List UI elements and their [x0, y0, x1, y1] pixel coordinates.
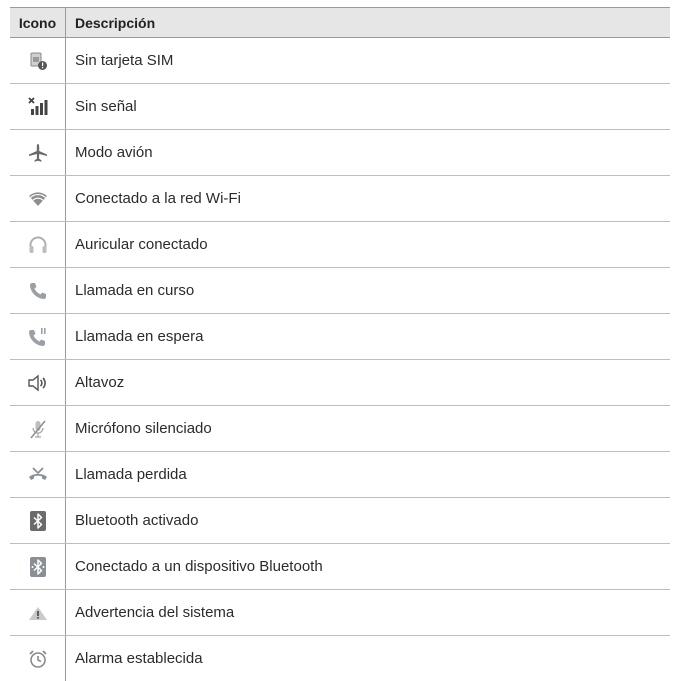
- mic-muted-icon: [10, 406, 66, 451]
- status-icons-table: Icono Descripción Sin tarjeta SIM Sin se…: [10, 7, 670, 681]
- row-label: Bluetooth activado: [75, 512, 199, 529]
- headset-icon: [10, 222, 66, 267]
- table-row: Llamada en curso: [10, 268, 670, 314]
- table-row: Conectado a un dispositivo Bluetooth: [10, 544, 670, 590]
- wifi-icon: [10, 176, 66, 221]
- header-description-column: Descripción: [75, 14, 156, 31]
- row-label: Alarma establecida: [75, 650, 203, 667]
- row-label: Conectado a un dispositivo Bluetooth: [75, 558, 323, 575]
- row-label: Llamada en espera: [75, 328, 204, 345]
- bluetooth-connected-icon: [10, 544, 66, 589]
- table-row: Bluetooth activado: [10, 498, 670, 544]
- no-sim-icon: [10, 38, 66, 83]
- missed-call-icon: [10, 452, 66, 497]
- no-signal-icon: [10, 84, 66, 129]
- table-row: Llamada perdida: [10, 452, 670, 498]
- header-icon-column: Icono: [10, 8, 66, 37]
- row-label: Sin señal: [75, 98, 137, 115]
- table-header: Icono Descripción: [10, 7, 670, 38]
- row-label: Llamada perdida: [75, 466, 187, 483]
- table-row: Advertencia del sistema: [10, 590, 670, 636]
- row-label: Micrófono silenciado: [75, 420, 212, 437]
- row-label: Auricular conectado: [75, 236, 208, 253]
- alarm-icon: [10, 636, 66, 681]
- table-row: Conectado a la red Wi-Fi: [10, 176, 670, 222]
- table-row: Llamada en espera: [10, 314, 670, 360]
- bluetooth-icon: [10, 498, 66, 543]
- row-label: Sin tarjeta SIM: [75, 52, 174, 69]
- table-row: Sin tarjeta SIM: [10, 38, 670, 84]
- row-label: Llamada en curso: [75, 282, 195, 299]
- speaker-icon: [10, 360, 66, 405]
- table-row: Micrófono silenciado: [10, 406, 670, 452]
- table-row: Modo avión: [10, 130, 670, 176]
- row-label: Modo avión: [75, 144, 153, 161]
- call-hold-icon: [10, 314, 66, 359]
- row-label: Altavoz: [75, 374, 125, 391]
- table-row: Auricular conectado: [10, 222, 670, 268]
- call-icon: [10, 268, 66, 313]
- airplane-icon: [10, 130, 66, 175]
- row-label: Conectado a la red Wi-Fi: [75, 190, 241, 207]
- table-row: Altavoz: [10, 360, 670, 406]
- table-row: Alarma establecida: [10, 636, 670, 681]
- table-row: Sin señal: [10, 84, 670, 130]
- row-label: Advertencia del sistema: [75, 604, 235, 621]
- warning-icon: [10, 590, 66, 635]
